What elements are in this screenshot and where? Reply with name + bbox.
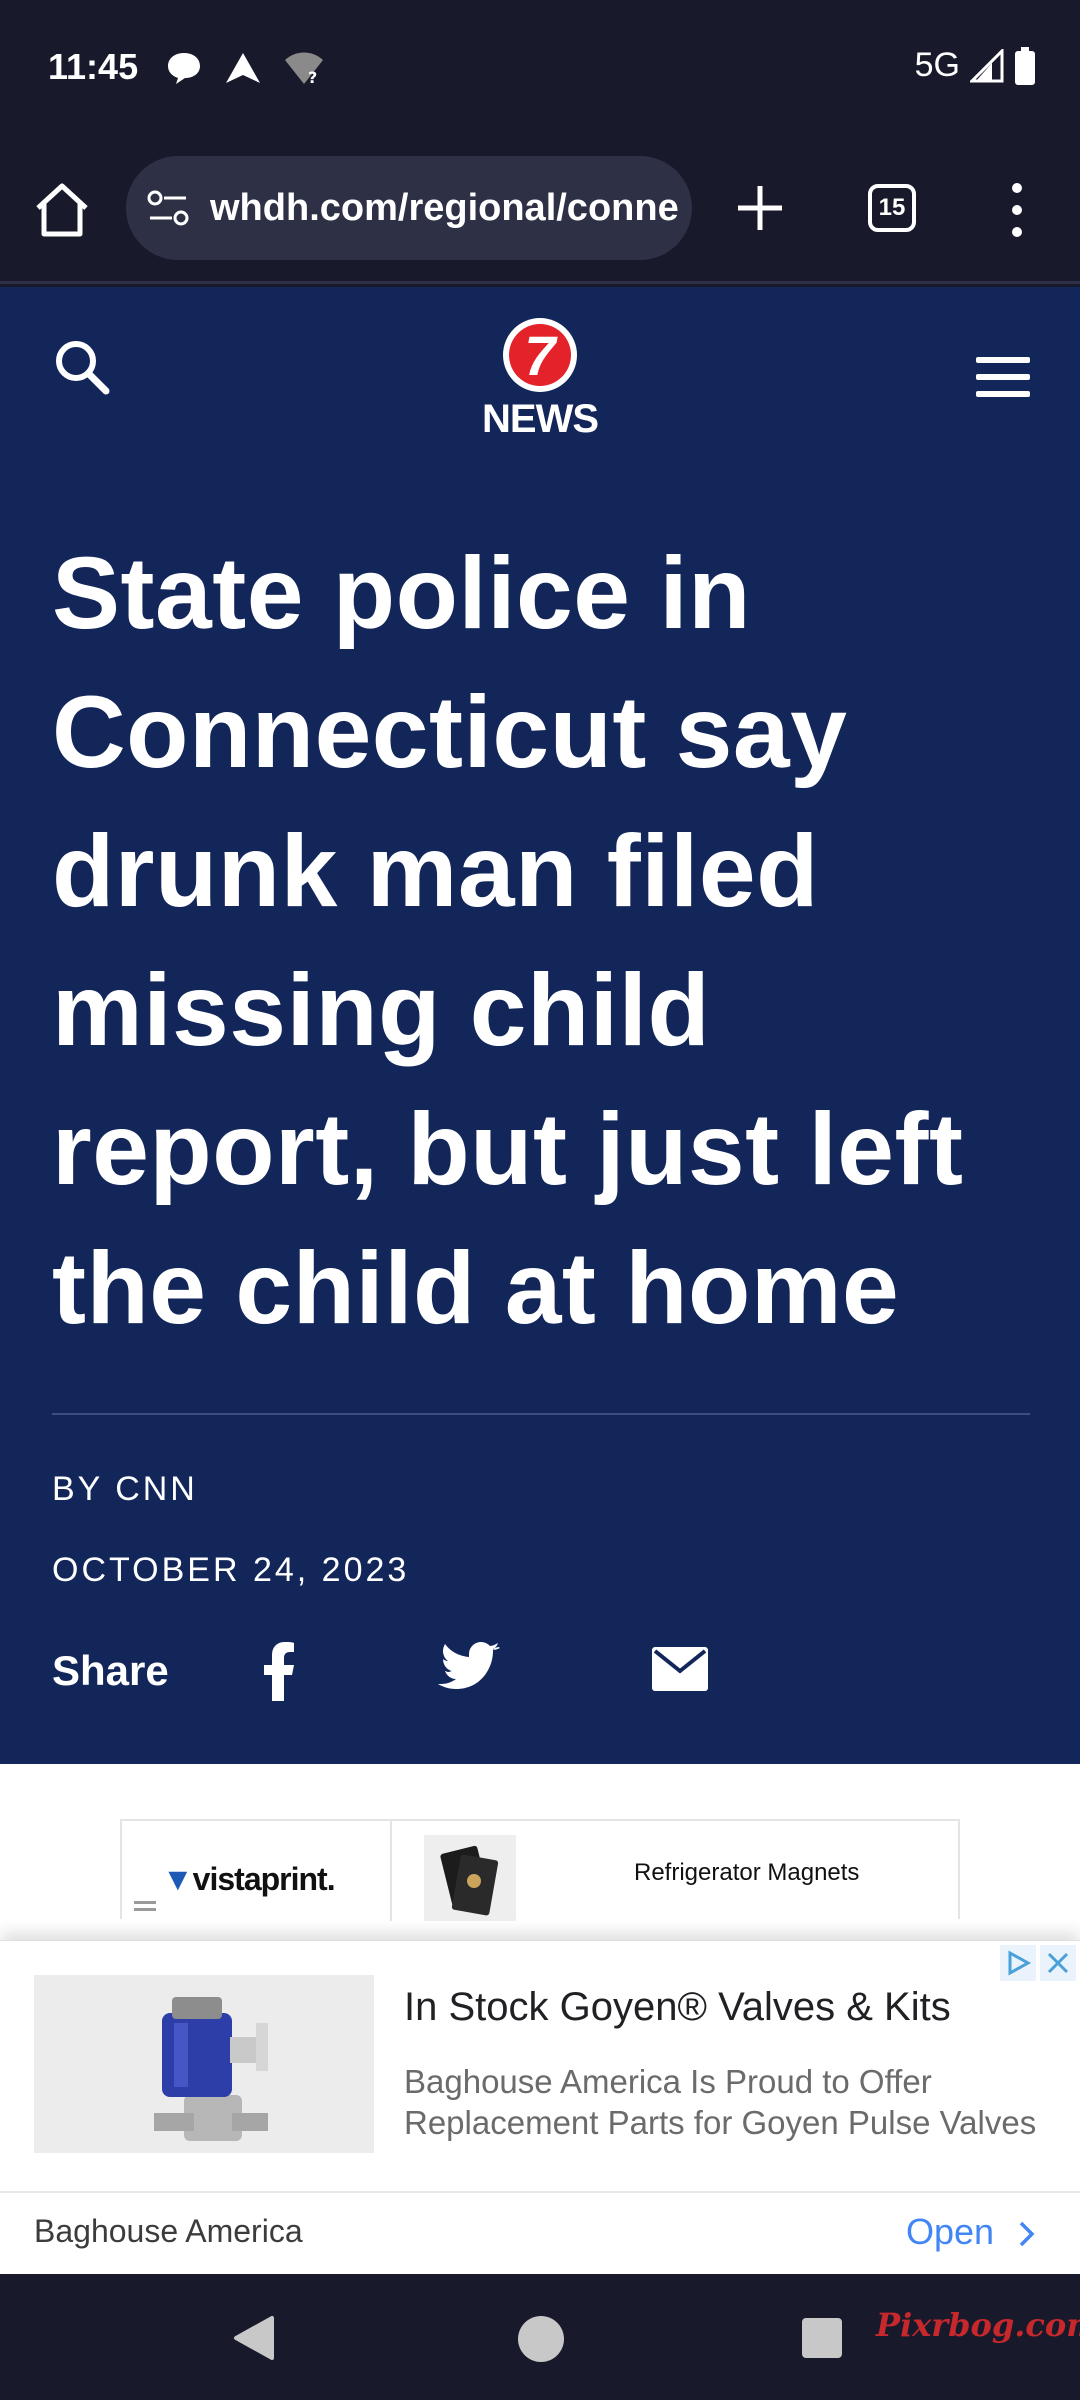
ad-advertiser: Baghouse America: [34, 2213, 303, 2249]
home-icon[interactable]: [30, 178, 94, 242]
tab-switcher-icon[interactable]: 15: [868, 184, 916, 232]
vistaprint-mark-icon: ▼: [162, 1861, 194, 1897]
facebook-icon[interactable]: [258, 1641, 298, 1701]
ad-area: ▼vistaprint. Refrigerator Magnets In Sto…: [0, 1764, 1080, 2274]
share-label: Share: [52, 1647, 169, 1694]
status-bar: 11:45 ? 5G: [0, 0, 1080, 140]
address-bar[interactable]: whdh.com/regional/connecticut/state-poli…: [126, 156, 692, 260]
chevron-right-icon[interactable]: [1016, 2219, 1038, 2249]
recent-apps-icon[interactable]: [802, 2318, 842, 2358]
chat-bubble-icon: [168, 53, 200, 84]
magnet-product-image: [424, 1835, 516, 1921]
home-button-icon[interactable]: [518, 2316, 564, 2362]
network-type: 5G: [914, 46, 960, 84]
divider: [52, 1413, 1030, 1415]
ad-headline[interactable]: In Stock Goyen® Valves & Kits: [404, 1985, 1064, 2030]
ad-open-button[interactable]: Open: [906, 2211, 994, 2253]
article-headline: State police in Connecticut say drunk ma…: [52, 536, 964, 1345]
ad-description: Baghouse America Is Proud to Offer Repla…: [404, 2063, 1037, 2141]
site-logo[interactable]: 7 NEWS: [478, 317, 602, 443]
url-text[interactable]: whdh.com/regional/connecticut/state-poli…: [210, 187, 680, 230]
article-date: OCTOBER 24, 2023: [52, 1551, 410, 1589]
article-byline: BY CNN: [52, 1470, 198, 1508]
email-icon[interactable]: [652, 1647, 708, 1691]
sponsored-ad-card[interactable]: In Stock Goyen® Valves & Kits Baghouse A…: [0, 1940, 1080, 2274]
adchoices-icon[interactable]: [1000, 1945, 1036, 1981]
browser-toolbar: whdh.com/regional/connecticut/state-poli…: [0, 140, 1080, 284]
vistaprint-logo: ▼vistaprint.: [162, 1861, 336, 1897]
new-tab-plus-icon[interactable]: [732, 180, 788, 236]
article-hero: 7 NEWS State police in Connecticut say d…: [0, 287, 1080, 1764]
vistaprint-ad[interactable]: ▼vistaprint. Refrigerator Magnets: [120, 1819, 960, 1921]
ad-product-title: Refrigerator Magnets: [634, 1859, 860, 1886]
svg-text:?: ?: [308, 68, 317, 86]
twitter-icon[interactable]: [438, 1641, 502, 1697]
status-right: 5G: [915, 46, 1036, 85]
status-time: 11:45: [48, 46, 139, 87]
channel-7-logo-icon: 7: [503, 318, 577, 392]
menu-hamburger-icon[interactable]: [976, 357, 1030, 399]
vistaprint-logo-box: ▼vistaprint.: [122, 1821, 392, 1921]
logo-text: NEWS: [482, 397, 599, 441]
more-vertical-icon[interactable]: [1002, 180, 1032, 240]
valve-product-image[interactable]: [34, 1975, 374, 2153]
notification-icons: ?: [166, 50, 324, 86]
battery-icon: [1015, 46, 1035, 85]
ad-menu-icon[interactable]: [134, 1901, 156, 1915]
wifi-unknown-icon: ?: [285, 52, 323, 86]
site-settings-icon[interactable]: [146, 188, 190, 228]
back-icon[interactable]: [232, 2314, 278, 2362]
signal-icon: [970, 48, 1004, 82]
ad-footer: Baghouse America Open: [0, 2191, 1080, 2275]
search-icon[interactable]: [52, 337, 112, 397]
close-icon[interactable]: [1040, 1945, 1076, 1981]
navigation-arrow-icon: [226, 53, 260, 83]
svg-text:7: 7: [524, 324, 558, 387]
watermark: Pixrbog.com: [876, 2306, 1080, 2344]
